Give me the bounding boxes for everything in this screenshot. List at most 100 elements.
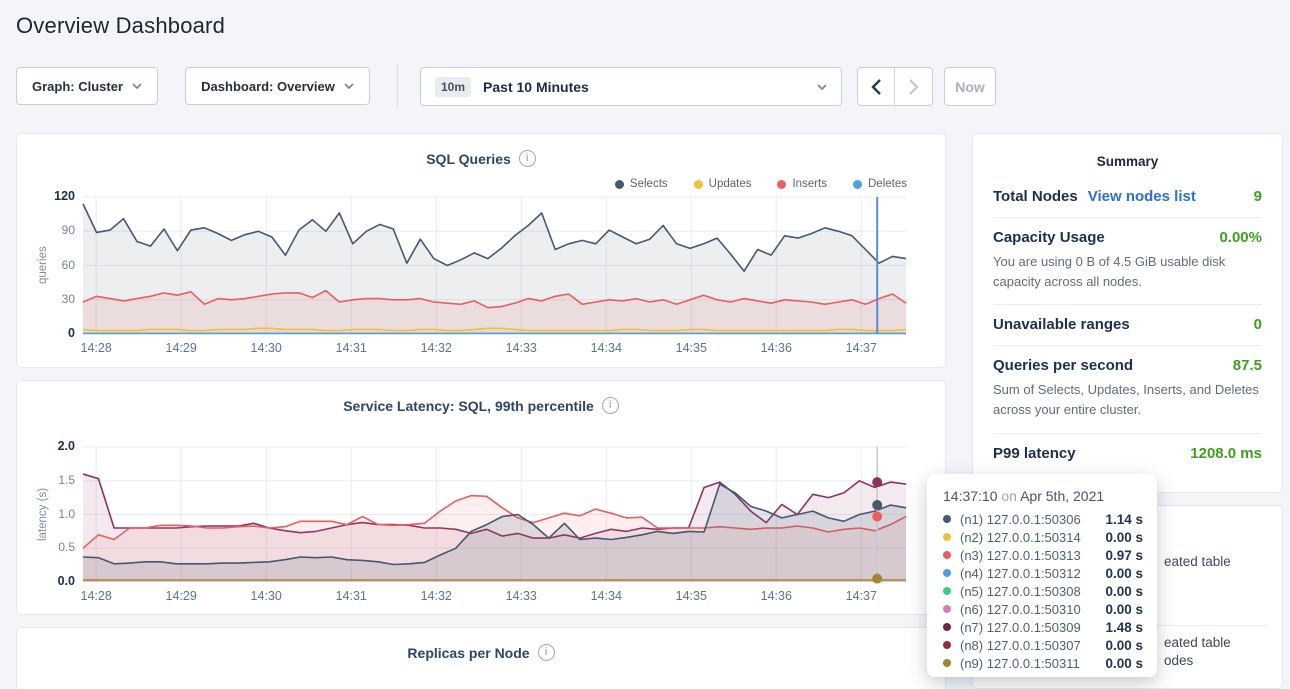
sql-queries-plot[interactable] [83, 197, 906, 334]
toolbar-divider [397, 64, 398, 108]
x-tick-label: 14:28 [72, 589, 120, 603]
legend-item-inserts[interactable]: Inserts [777, 178, 827, 190]
event-item-fragment: eated table [1164, 554, 1231, 569]
summary-metric-label: Unavailable ranges [993, 316, 1130, 333]
tooltip-node-row: (n8) 127.0.0.1:50307 0.00 s [943, 636, 1143, 654]
x-tick-label: 14:34 [582, 589, 630, 603]
chart-title: SQL Queries [426, 151, 511, 167]
legend-dot [694, 180, 703, 189]
node-color-dot [943, 659, 951, 667]
x-tick-label: 14:28 [72, 341, 120, 355]
dashboard-dropdown-label: Dashboard: Overview [201, 79, 335, 94]
x-tick-label: 14:30 [242, 589, 290, 603]
x-tick-label: 14:30 [242, 341, 290, 355]
now-button[interactable]: Now [944, 67, 996, 106]
next-time-button[interactable] [895, 68, 932, 105]
time-range-badge: 10m [435, 77, 471, 97]
sql-queries-chart-panel: SQL Queries i Selects Updates Inserts Delet… [16, 133, 946, 368]
summary-metric-row: Capacity Usage0.00%You are using 0 B of … [993, 218, 1262, 305]
legend-label: Selects [630, 178, 668, 190]
page-title: Overview Dashboard [16, 13, 225, 39]
x-tick-label: 14:33 [497, 589, 545, 603]
time-range-label: Past 10 Minutes [483, 79, 589, 95]
node-color-dot [943, 587, 951, 595]
tooltip-node-address: (n9) 127.0.0.1:50311 [960, 656, 1080, 671]
tooltip-node-row: (n5) 127.0.0.1:50308 0.00 s [943, 582, 1143, 600]
node-color-dot [943, 641, 951, 649]
summary-metric-value: 0 [1254, 316, 1262, 333]
chevron-down-icon [132, 83, 142, 89]
x-tick-label: 14:31 [327, 341, 375, 355]
x-tick-label: 14:37 [837, 341, 885, 355]
info-icon[interactable]: i [538, 644, 555, 661]
graph-dropdown[interactable]: Graph: Cluster [16, 67, 158, 105]
x-tick-label: 14:32 [412, 589, 460, 603]
summary-metric-label: Total Nodes [993, 188, 1078, 205]
summary-metric-label: Capacity Usage [993, 229, 1105, 246]
tooltip-node-address: (n3) 127.0.0.1:50313 [960, 548, 1081, 563]
node-color-dot [943, 623, 951, 631]
legend-item-updates[interactable]: Updates [694, 178, 752, 190]
prev-time-button[interactable] [858, 68, 895, 105]
chevron-down-icon [817, 84, 827, 90]
tooltip-node-value: 0.00 s [1105, 638, 1143, 653]
x-tick-label: 14:29 [157, 341, 205, 355]
tooltip-node-row: (n7) 127.0.0.1:503091.48 s [943, 618, 1143, 636]
summary-panel: Summary Total NodesView nodes list9Capac… [972, 133, 1283, 493]
legend-label: Inserts [792, 178, 827, 190]
summary-metric-label: P99 latency [993, 445, 1076, 462]
legend-dot [853, 180, 862, 189]
graph-dropdown-label: Graph: Cluster [32, 79, 123, 94]
tooltip-node-row: (n3) 127.0.0.1:50313 0.97 s [943, 546, 1143, 564]
tooltip-node-address: (n7) 127.0.0.1:50309 [960, 620, 1081, 635]
service-latency-chart-panel: Service Latency: SQL, 99th percentile i … [16, 380, 946, 615]
info-icon[interactable]: i [602, 397, 619, 414]
info-icon[interactable]: i [519, 150, 536, 167]
view-nodes-link[interactable]: View nodes list [1088, 188, 1196, 205]
tooltip-node-value: 0.00 s [1105, 584, 1143, 599]
y-tick-label: 1.0 [19, 507, 75, 521]
node-color-dot [943, 551, 951, 559]
tooltip-node-address: (n2) 127.0.0.1:50314 [960, 530, 1081, 545]
tooltip-node-row: (n2) 127.0.0.1:503140.00 s [943, 528, 1143, 546]
tooltip-node-address: (n5) 127.0.0.1:50308 [960, 584, 1081, 599]
tooltip-node-row: (n1) 127.0.0.1:503061.14 s [943, 510, 1143, 528]
summary-metric-row: Queries per second87.5Sum of Selects, Up… [993, 346, 1262, 433]
legend-dot [615, 180, 624, 189]
y-tick-label: 0.5 [19, 540, 75, 554]
y-tick-label: 2.0 [19, 439, 75, 453]
summary-metric-label: Queries per second [993, 357, 1133, 374]
x-tick-label: 14:34 [582, 341, 630, 355]
summary-metric-row: Unavailable ranges 0 [993, 305, 1262, 346]
legend-item-selects[interactable]: Selects [615, 178, 668, 190]
node-color-dot [943, 605, 951, 613]
x-tick-label: 14:33 [497, 341, 545, 355]
time-range-picker[interactable]: 10m Past 10 Minutes [420, 67, 842, 106]
summary-metric-value: 0.00% [1219, 229, 1262, 246]
x-tick-label: 14:32 [412, 341, 460, 355]
x-tick-label: 14:35 [667, 341, 715, 355]
chart-title: Service Latency: SQL, 99th percentile [343, 398, 594, 414]
chevron-down-icon [344, 83, 354, 89]
tooltip-node-value: 0.97 s [1105, 548, 1143, 563]
service-latency-plot[interactable] [83, 447, 906, 582]
chevron-left-icon [871, 79, 882, 95]
legend-label: Updates [709, 178, 752, 190]
node-color-dot [943, 515, 951, 523]
y-tick-label: 90 [19, 223, 75, 237]
legend-dot [777, 180, 786, 189]
tooltip-node-address: (n8) 127.0.0.1:50307 [960, 638, 1081, 653]
y-tick-label: 120 [19, 189, 75, 203]
tooltip-node-value: 0.00 s [1105, 656, 1143, 671]
y-tick-label: 0 [19, 326, 75, 340]
summary-metric-value: 87.5 [1233, 357, 1262, 374]
legend-item-deletes[interactable]: Deletes [853, 178, 907, 190]
chart-title: Replicas per Node [407, 645, 529, 661]
event-item-fragment: odes [1164, 653, 1193, 668]
legend-label: Deletes [868, 178, 907, 190]
dashboard-dropdown[interactable]: Dashboard: Overview [185, 67, 370, 105]
x-tick-label: 14:36 [752, 341, 800, 355]
chart-tooltip: 14:37:10 on Apr 5th, 2021 (n1) 127.0.0.1… [927, 474, 1157, 677]
x-tick-label: 14:35 [667, 589, 715, 603]
summary-metric-row: Total NodesView nodes list9 [993, 177, 1262, 218]
